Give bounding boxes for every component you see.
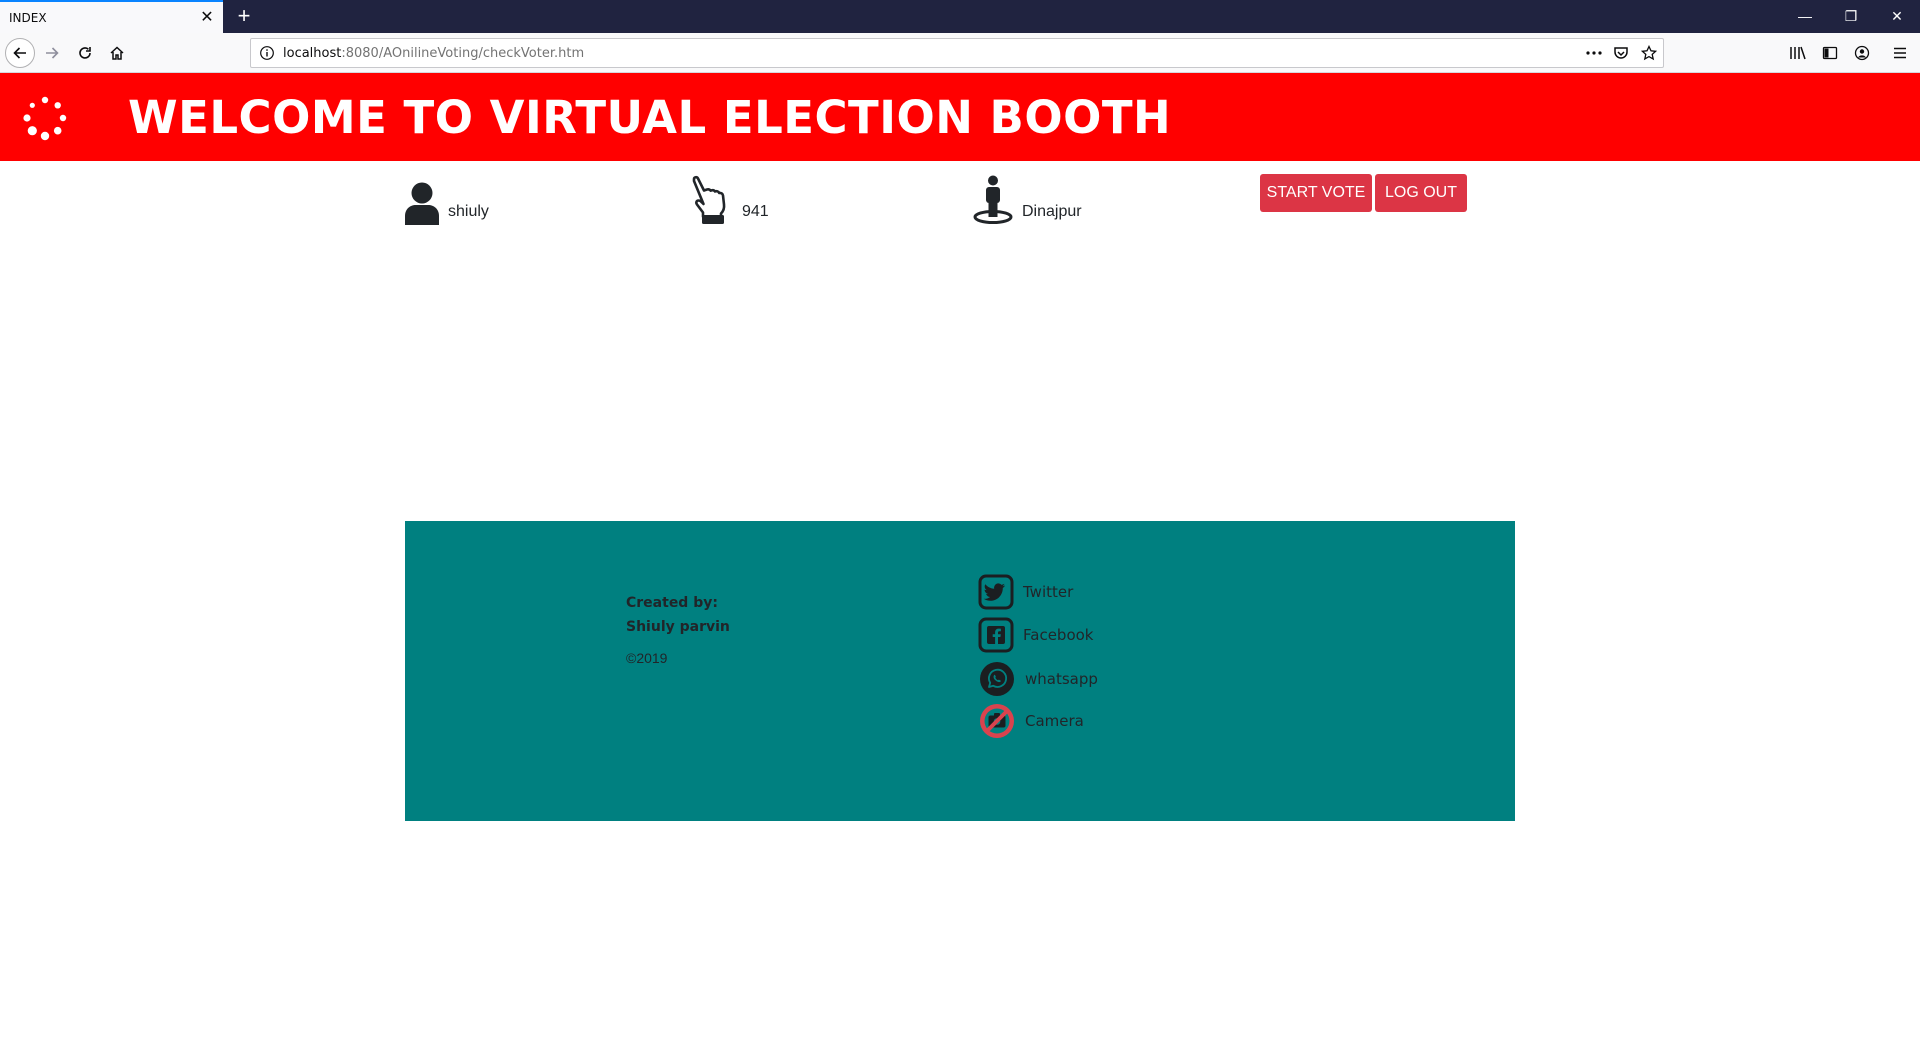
site-info-icon[interactable]	[259, 45, 275, 66]
social-label: Camera	[1025, 712, 1084, 730]
browser-tab-index[interactable]: INDEX ✕	[0, 0, 223, 33]
social-link-twitter[interactable]: Twitter	[978, 574, 1073, 610]
url-text: localhost:8080/AOnilineVoting/checkVoter…	[283, 46, 584, 61]
social-label: Facebook	[1023, 626, 1094, 644]
voter-id-item: 941	[688, 173, 769, 225]
url-path: :8080/AOnilineVoting/checkVoter.htm	[341, 46, 585, 61]
home-icon[interactable]	[103, 39, 131, 67]
copyright: ©2019	[626, 650, 668, 666]
menu-icon[interactable]	[1886, 39, 1914, 67]
new-tab-icon[interactable]: +	[232, 4, 256, 28]
start-vote-button[interactable]: START VOTE	[1260, 174, 1372, 212]
close-window-icon[interactable]: ✕	[1874, 0, 1920, 33]
voter-location: Dinajpur	[1022, 203, 1082, 220]
footer: Created by: Shiuly parvin ©2019 Twitter …	[405, 521, 1515, 821]
pocket-icon[interactable]	[1613, 45, 1629, 66]
voter-location-item: Dinajpur	[972, 173, 1082, 225]
close-tab-icon[interactable]: ✕	[199, 8, 215, 28]
url-host: localhost	[283, 46, 342, 61]
social-label: whatsapp	[1025, 670, 1098, 688]
user-icon	[405, 182, 439, 225]
voter-name: shiuly	[448, 203, 489, 220]
library-icon[interactable]	[1784, 39, 1812, 67]
bookmark-star-icon[interactable]	[1640, 44, 1658, 66]
reload-icon[interactable]	[71, 39, 99, 67]
restore-icon[interactable]: ❐	[1828, 0, 1874, 33]
twitter-icon	[978, 574, 1014, 610]
voter-id: 941	[742, 203, 769, 220]
minimize-icon[interactable]: —	[1782, 0, 1828, 33]
social-link-facebook[interactable]: Facebook	[978, 617, 1093, 653]
author-name: Shiuly parvin	[626, 619, 730, 635]
browser-nav-bar: localhost:8080/AOnilineVoting/checkVoter…	[0, 33, 1920, 73]
loading-spinner-icon	[23, 96, 67, 141]
created-by-label: Created by:	[626, 595, 718, 611]
tab-title: INDEX	[9, 11, 47, 25]
credits: Created by: Shiuly parvin	[626, 591, 730, 639]
browser-tab-bar: INDEX ✕ + — ❐ ✕	[0, 0, 1920, 33]
log-out-button[interactable]: LOG OUT	[1375, 174, 1467, 212]
whatsapp-icon	[980, 662, 1014, 696]
forward-icon[interactable]	[38, 39, 66, 67]
voter-name-item: shiuly	[404, 173, 489, 225]
social-label: Twitter	[1023, 583, 1074, 601]
social-link-camera[interactable]: Camera	[978, 702, 1084, 740]
back-icon[interactable]	[5, 38, 35, 68]
address-bar[interactable]: localhost:8080/AOnilineVoting/checkVoter…	[250, 38, 1664, 68]
social-link-whatsapp[interactable]: whatsapp	[978, 660, 1098, 698]
camera-off-icon	[980, 704, 1014, 738]
page-actions-icon[interactable]	[1585, 45, 1603, 66]
page-content: WELCOME TO VIRTUAL ELECTION BOOTH shiuly…	[0, 73, 1920, 1040]
location-person-icon	[973, 175, 1013, 224]
sidebar-icon[interactable]	[1816, 39, 1844, 67]
account-icon[interactable]	[1848, 39, 1876, 67]
pointing-hand-icon	[692, 175, 726, 224]
header-banner: WELCOME TO VIRTUAL ELECTION BOOTH	[0, 73, 1920, 161]
page-title: WELCOME TO VIRTUAL ELECTION BOOTH	[128, 91, 1172, 144]
facebook-icon	[978, 617, 1014, 653]
